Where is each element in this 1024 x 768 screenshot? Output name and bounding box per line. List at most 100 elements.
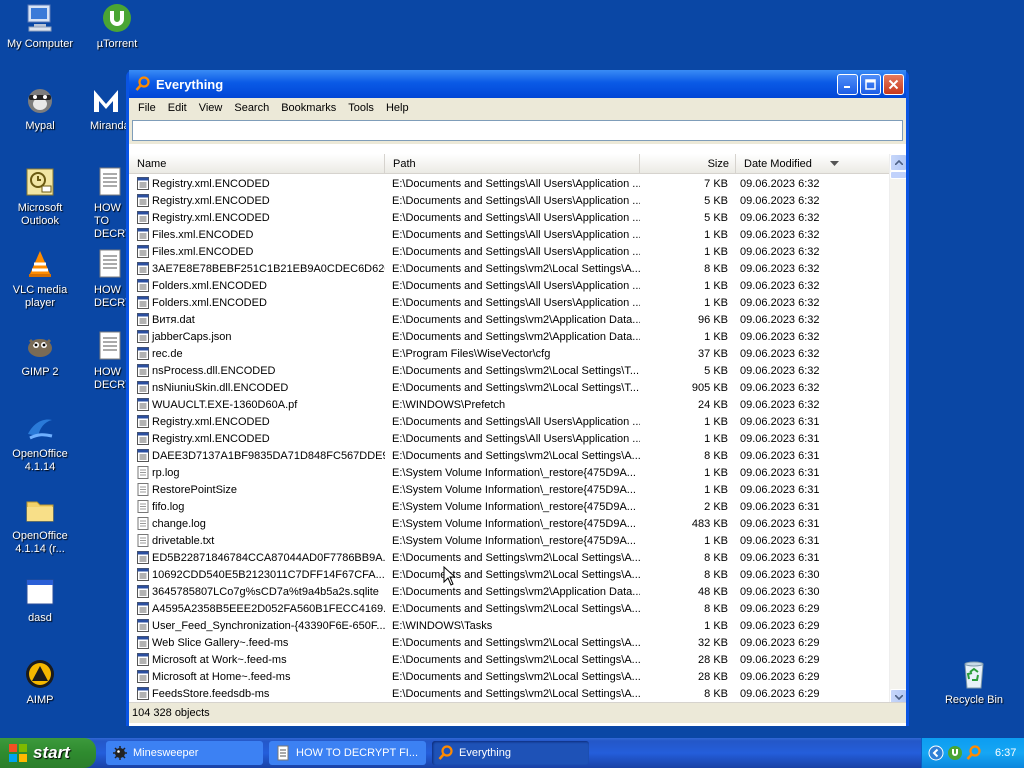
cell-date: 09.06.2023 6:32 xyxy=(740,262,820,275)
table-row[interactable]: Registry.xml.ENCODED E:\Documents and Set… xyxy=(129,209,891,226)
cell-name: Registry.xml.ENCODED xyxy=(129,177,385,190)
minimize-button[interactable] xyxy=(837,73,858,95)
table-row[interactable]: User_Feed_Synchronization-{43390F6E-650F… xyxy=(129,617,891,634)
cell-name: RestorePointSize xyxy=(129,483,385,496)
maximize-button[interactable] xyxy=(860,73,881,95)
cell-size: 1 KB xyxy=(704,415,728,428)
desktop-icon-vlc[interactable]: VLC media player xyxy=(0,248,80,310)
cell-size: 28 KB xyxy=(698,653,728,666)
table-row[interactable]: Folders.xml.ENCODED E:\Documents and Sett… xyxy=(129,294,891,311)
table-row[interactable]: FeedsStore.feedsdb-ms E:\Documents and Se… xyxy=(129,685,891,702)
document-icon xyxy=(277,745,289,761)
table-row[interactable]: Folders.xml.ENCODED E:\Documents and Sett… xyxy=(129,277,891,294)
desktop-icon-mypal[interactable]: Mypal xyxy=(0,84,80,133)
menu-file[interactable]: File xyxy=(132,102,162,114)
table-row[interactable]: change.log E:\System Volume Information\_… xyxy=(129,515,891,532)
table-row[interactable]: nsNiuniuSkin.dll.ENCODED E:\Documents and… xyxy=(129,379,891,396)
vertical-scrollbar[interactable] xyxy=(889,154,906,706)
start-button[interactable]: start xyxy=(0,738,96,768)
table-row[interactable]: RestorePointSize E:\System Volume Informa… xyxy=(129,481,891,498)
desktop-icon-how-to-decrypt-3[interactable]: HOW DECRY xyxy=(94,330,128,392)
chevron-down-icon xyxy=(894,695,903,700)
menu-bookmarks[interactable]: Bookmarks xyxy=(275,102,342,114)
desktop-icon-my-computer[interactable]: My Computer xyxy=(0,2,80,51)
close-button[interactable] xyxy=(883,73,904,95)
table-row[interactable]: Registry.xml.ENCODED E:\Documents and Set… xyxy=(129,413,891,430)
table-row[interactable]: Files.xml.ENCODED E:\Documents and Settin… xyxy=(129,226,891,243)
scroll-up-button[interactable] xyxy=(890,154,906,171)
table-row[interactable]: Registry.xml.ENCODED E:\Documents and Set… xyxy=(129,192,891,209)
table-row[interactable]: drivetable.txt E:\System Volume Informati… xyxy=(129,532,891,549)
desktop-icon-outlook[interactable]: Microsoft Outlook xyxy=(0,166,80,228)
table-row[interactable]: WUAUCLT.EXE-1360D60A.pf E:\WINDOWS\Prefet… xyxy=(129,396,891,413)
menu-view[interactable]: View xyxy=(193,102,229,114)
column-header-size[interactable]: Size xyxy=(640,154,736,174)
table-row[interactable]: Web Slice Gallery~.feed-ms E:\Documents a… xyxy=(129,634,891,651)
cell-size: 48 KB xyxy=(698,585,728,598)
table-row[interactable]: Microsoft at Home~.feed-ms E:\Documents a… xyxy=(129,668,891,685)
desktop-icon-miranda[interactable]: Miranda xyxy=(78,84,128,133)
column-header-date[interactable]: Date Modified xyxy=(736,154,891,174)
file-icon xyxy=(137,449,149,462)
desktop-icon-label: OpenOffice 4.1.14 xyxy=(12,448,68,473)
menu-help[interactable]: Help xyxy=(380,102,415,114)
file-icon xyxy=(137,551,149,564)
scroll-thumb[interactable] xyxy=(890,171,906,179)
mypal-icon xyxy=(28,89,52,113)
table-row[interactable]: DAEE3D7137A1BF9835DA71D848FC567DDE9... E:… xyxy=(129,447,891,464)
menu-edit[interactable]: Edit xyxy=(162,102,193,114)
table-row[interactable]: A4595A2358B5EEE2D052FA560B1FECC4169... E:… xyxy=(129,600,891,617)
desktop-icon-label: Mypal xyxy=(25,120,55,132)
search-input[interactable] xyxy=(132,120,903,141)
table-row[interactable]: fifo.log E:\System Volume Information\_re… xyxy=(129,498,891,515)
table-row[interactable]: 3645785807LCo7g%sCD7a%t9a4b5a2s.sqlite E:… xyxy=(129,583,891,600)
desktop-icon-openoffice-folder[interactable]: OpenOffice 4.1.14 (r... xyxy=(0,494,80,556)
desktop-icon-aimp[interactable]: AIMP xyxy=(0,658,80,707)
table-row[interactable]: nsProcess.dll.ENCODED E:\Documents and Se… xyxy=(129,362,891,379)
table-row[interactable]: rec.de E:\Program Files\WiseVector\cfg 37 … xyxy=(129,345,891,362)
desktop-icon-how-to-decrypt-1[interactable]: HOW TO DECRY xyxy=(94,166,128,241)
taskbar-button-everything[interactable]: Everything xyxy=(432,741,589,765)
column-header-path[interactable]: Path xyxy=(385,154,640,174)
cell-path: E:\Documents and Settings\vm2\Applicatio… xyxy=(392,585,640,598)
menu-tools[interactable]: Tools xyxy=(342,102,380,114)
table-row[interactable]: Microsoft at Work~.feed-ms E:\Documents a… xyxy=(129,651,891,668)
table-row[interactable]: Registry.xml.ENCODED E:\Documents and Set… xyxy=(129,430,891,447)
desktop-icon-gimp[interactable]: GIMP 2 xyxy=(0,330,80,379)
window-titlebar[interactable]: Everything xyxy=(129,70,906,98)
desktop-icon-dasd[interactable]: dasd xyxy=(0,576,80,625)
table-row[interactable]: ED5B22871846784CCA87044AD0F7786BB9A... E:… xyxy=(129,549,891,566)
desktop-icon-label: dasd xyxy=(28,612,52,624)
sort-descending-icon xyxy=(830,160,839,166)
table-row[interactable]: 3AE7E8E78BEBF251C1B21EB9A0CDEC6D620... E:… xyxy=(129,260,891,277)
cell-date: 09.06.2023 6:31 xyxy=(740,551,820,564)
table-row[interactable]: Витя.dat E:\Documents and Settings\vm2\Ap… xyxy=(129,311,891,328)
results-list[interactable]: Name Path Size Date Modified Registry.xm… xyxy=(129,154,906,726)
taskbar-button-how-to-decrypt[interactable]: HOW TO DECRYPT FI... xyxy=(269,741,426,765)
taskbar-button-minesweeper[interactable]: Minesweeper xyxy=(106,741,263,765)
table-row[interactable]: Registry.xml.ENCODED E:\Documents and Set… xyxy=(129,175,891,192)
table-row[interactable]: Files.xml.ENCODED E:\Documents and Settin… xyxy=(129,243,891,260)
cell-path: E:\Documents and Settings\vm2\Local Sett… xyxy=(392,364,640,377)
everything-window[interactable]: Everything File Edit View Search Bookmar… xyxy=(126,70,909,726)
cell-date: 09.06.2023 6:30 xyxy=(740,585,820,598)
cell-path: E:\Program Files\WiseVector\cfg xyxy=(392,347,551,360)
tray-expand-icon[interactable] xyxy=(928,745,944,761)
desktop-icon-utorrent[interactable]: µTorrent xyxy=(77,2,157,51)
desktop-icon-openoffice[interactable]: OpenOffice 4.1.14 xyxy=(0,412,80,474)
utorrent-tray-icon[interactable] xyxy=(947,745,963,761)
column-header-name[interactable]: Name xyxy=(129,154,385,174)
table-row[interactable]: 10692CDD540E5B2123011C7DFF14F67CFA... E:\… xyxy=(129,566,891,583)
cell-size: 2 KB xyxy=(704,500,728,513)
menu-search[interactable]: Search xyxy=(228,102,275,114)
everything-tray-icon[interactable] xyxy=(966,745,982,761)
cell-name: Microsoft at Work~.feed-ms xyxy=(129,653,385,666)
table-row[interactable]: jabberCaps.json E:\Documents and Settings… xyxy=(129,328,891,345)
cell-path: E:\Documents and Settings\vm2\Local Sett… xyxy=(392,551,640,564)
table-row[interactable]: rp.log E:\System Volume Information\_rest… xyxy=(129,464,891,481)
desktop-icon-recycle-bin[interactable]: Recycle Bin xyxy=(934,658,1014,707)
document-icon xyxy=(99,331,121,360)
desktop-icon-label: Microsoft Outlook xyxy=(17,202,63,227)
desktop-icon-how-to-decrypt-2[interactable]: HOW DECRY xyxy=(94,248,128,310)
rows-container: Registry.xml.ENCODED E:\Documents and Set… xyxy=(129,175,891,702)
